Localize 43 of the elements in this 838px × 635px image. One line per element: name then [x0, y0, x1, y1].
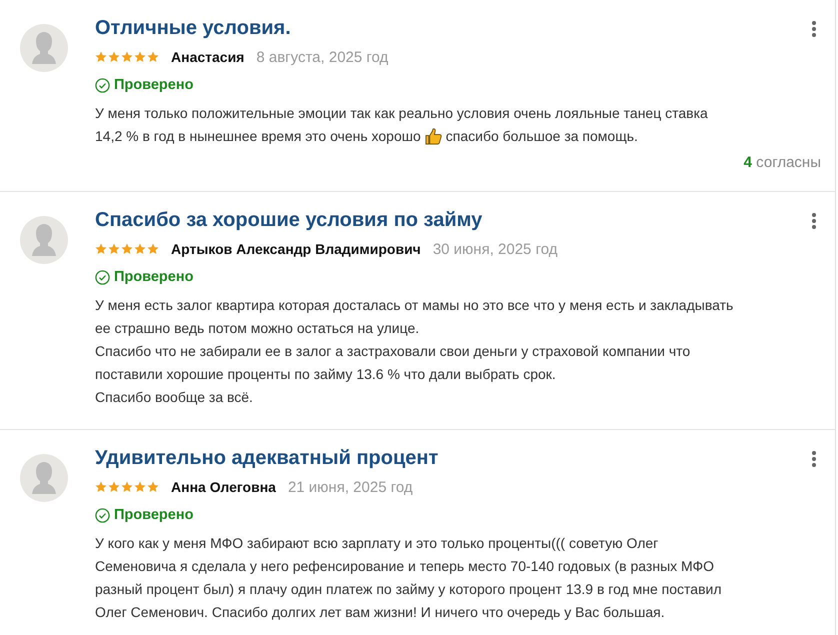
check-circle-icon	[95, 508, 110, 522]
review-title: Отличные условия.	[95, 16, 291, 41]
star-icon	[147, 481, 159, 493]
star-icon	[134, 243, 146, 255]
star-icon	[147, 243, 159, 255]
avatar-icon	[20, 24, 68, 72]
author-name: Анастасия	[171, 49, 244, 65]
author-name: Артыков Александр Владимирович	[171, 241, 421, 257]
star-icon	[134, 481, 146, 493]
star-icon	[108, 51, 120, 63]
star-icon	[121, 481, 133, 493]
check-circle-icon	[95, 270, 110, 284]
check-circle-icon	[95, 78, 110, 92]
review-text: У кого как у меня МФО забирают всю зарплату и это только проценты((( советую Олег Семеновича я сделала у него рефенсирование и теперь место 70-140 годовых (в разных МФО разный процент был) я плачу один платеж по займу у которого процент 13.9 в год мне поставил Олег Семенович. Спасибо долгих лет вам жизни! И ничего что очередь у Вас большая.	[95, 534, 722, 622]
star-icon	[108, 481, 120, 493]
review-text: У меня есть залог квартира которая досталась от мамы но это все что у меня есть и закладывать ее страшно ведь потом можно остаться на улице. Спасибо что не забирали ее в залог а застраховали свои деньги у страховой компании что поставили хорошие проценты по займу 13.6 % что дали выбрать срок. Спасибо вообще за всё.	[95, 296, 734, 407]
avatar-icon	[20, 454, 68, 502]
review-title: Спасибо за хорошие условия по займу	[95, 208, 482, 233]
author-name: Анна Олеговна	[171, 479, 276, 495]
more-options-icon[interactable]	[811, 212, 817, 230]
verified-label: Проверено	[114, 269, 194, 285]
verified-label: Проверено	[114, 77, 194, 93]
review-text: 14,2 % в год в нынешнее время это очень хорошо	[95, 127, 421, 146]
review-date: 21 июня, 2025 год	[288, 478, 413, 496]
review-date: 30 июня, 2025 год	[432, 240, 558, 258]
star-icon	[95, 243, 107, 255]
review-text: спасибо большое за помощь.	[446, 127, 638, 146]
star-icon	[95, 51, 107, 63]
review-title: Удивительно адекватный процент	[95, 446, 438, 471]
more-options-icon[interactable]	[811, 20, 817, 38]
star-icon	[108, 243, 120, 255]
review-date: 8 августа, 2025 год	[256, 48, 388, 66]
agree-count: 4 согласны	[744, 154, 821, 171]
more-options-icon[interactable]	[811, 450, 817, 468]
verified-label: Проверено	[114, 507, 194, 523]
star-icon	[147, 51, 159, 63]
star-icon	[121, 243, 133, 255]
star-icon	[95, 481, 107, 493]
star-icon	[134, 51, 146, 63]
avatar-icon	[20, 216, 68, 264]
review-text: У меня только положительные эмоции так как реально условия очень лояльные танец ставка	[95, 104, 708, 123]
thumbs-up-icon	[424, 128, 442, 145]
star-icon	[121, 51, 133, 63]
